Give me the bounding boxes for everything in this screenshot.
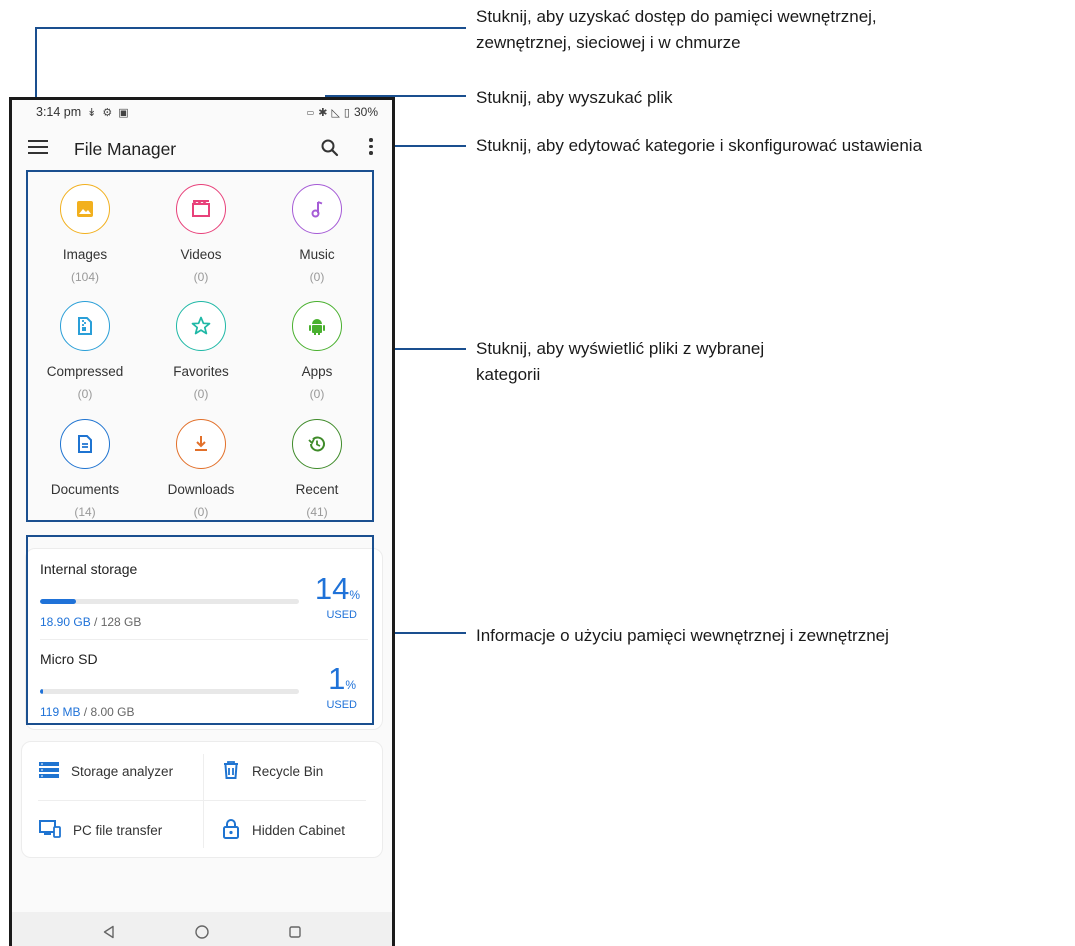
- gear-icon: ⚙: [102, 106, 113, 119]
- bluetooth-icon: ✱: [318, 106, 328, 119]
- navigation-bar: [12, 912, 392, 946]
- callout-line-more: [384, 145, 466, 147]
- annotation-more: Stuknij, aby edytować kategorie i skonfi…: [476, 136, 923, 155]
- annotation-storage: Informacje o użyciu pamięci wewnętrznej …: [476, 626, 889, 645]
- annotation-categories-line1: Stuknij, aby wyświetlić pliki z wybranej: [476, 339, 765, 358]
- battery-icon: ▯: [343, 106, 350, 119]
- callout-line-menu-h: [36, 27, 466, 29]
- hidden-cabinet-label: Hidden Cabinet: [252, 822, 346, 838]
- storage-analyzer-icon: [39, 761, 59, 782]
- divider: [203, 754, 204, 848]
- more-options-icon[interactable]: [367, 138, 375, 158]
- pc-transfer-icon: [39, 819, 61, 841]
- storage-analyzer-button[interactable]: Storage analyzer: [39, 742, 173, 800]
- recents-icon[interactable]: [281, 918, 309, 946]
- hd-voice-icon: ▭: [306, 107, 315, 117]
- annotation-search: Stuknij, aby wyszukać plik: [476, 88, 673, 107]
- annotation-menu: Stuknij, aby uzyskać dostęp do pamięci w…: [476, 4, 877, 56]
- lock-icon: [222, 818, 240, 842]
- annotation-categories-line2: kategorii: [476, 365, 541, 384]
- highlight-categories: [26, 170, 374, 522]
- battery-percent: 30%: [353, 105, 378, 119]
- recycle-bin-label: Recycle Bin: [252, 763, 324, 779]
- notification-icon: ↡: [87, 106, 97, 119]
- search-icon[interactable]: [318, 136, 342, 160]
- back-icon[interactable]: [95, 918, 123, 946]
- highlight-storage: [26, 535, 374, 725]
- no-signal-icon: ◺: [331, 106, 340, 119]
- home-icon[interactable]: [188, 918, 216, 946]
- annotation-categories: Stuknij, aby wyświetlić pliki z wybranej…: [476, 336, 764, 388]
- app-title: File Manager: [74, 139, 177, 159]
- recycle-bin-button[interactable]: Recycle Bin: [222, 742, 323, 800]
- pc-file-transfer-button[interactable]: PC file transfer: [39, 801, 162, 859]
- status-bar: 3:14 pm ↡ ⚙ ▣ ▭ ✱ ◺ ▯ 30%: [12, 100, 392, 124]
- screenshot-icon: ▣: [118, 106, 129, 119]
- annotation-menu-line1: Stuknij, aby uzyskać dostęp do pamięci w…: [476, 7, 877, 26]
- status-time: 3:14 pm: [36, 105, 82, 119]
- hidden-cabinet-button[interactable]: Hidden Cabinet: [222, 801, 345, 859]
- app-bar: File Manager: [12, 126, 392, 172]
- storage-analyzer-label: Storage analyzer: [71, 763, 174, 779]
- menu-icon[interactable]: [28, 140, 48, 156]
- annotation-menu-line2: zewnętrznej, sieciowej i w chmurze: [476, 33, 741, 52]
- pc-file-transfer-label: PC file transfer: [73, 822, 163, 838]
- tools-card: Storage analyzer Recycle Bin PC file tra…: [21, 741, 383, 858]
- trash-icon: [222, 760, 240, 783]
